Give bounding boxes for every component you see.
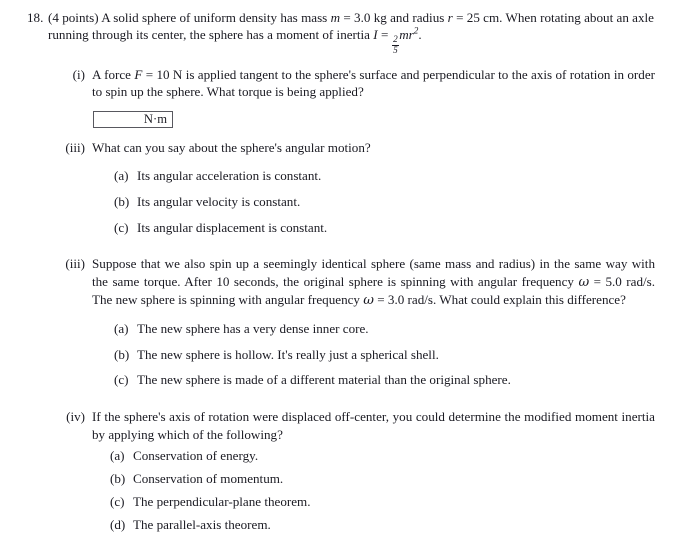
subpart-iii-second-text: Suppose that we also spin up a seemingly… [92,255,655,309]
problem-18: 18. (4 points) A solid sphere of uniform… [27,9,655,55]
problem-stem: (4 points) A solid sphere of uniform den… [48,9,655,55]
choice-label: (c) [114,219,129,235]
problem-eq-1: = 3.0 kg and radius [343,10,445,25]
subpart-iii-first-choices: (a) Its angular acceleration is constant… [92,167,655,236]
subpart-iii-second-body: Suppose that we also spin up a seemingly… [92,255,655,397]
omega-symbol-2: ω [363,293,374,309]
torque-answer-box[interactable]: N·m [93,111,173,129]
choice-text: Its angular displacement is constant. [137,219,328,235]
omega-symbol-1: ω [578,274,590,290]
subpart-iii-second-seg1: Suppose that we also spin up a seemingly… [92,256,655,289]
choice-text: The new sphere has a very dense inner co… [137,320,369,336]
choice-item[interactable]: (d) The parallel-axis theorem. [110,516,655,533]
variable-I: I [373,27,378,43]
moment-of-inertia-formula: I = 2 5 mr2. [373,26,422,54]
choice-item[interactable]: (a) Conservation of energy. [110,447,655,464]
subpart-iii-first: (iii) What can you say about the sphere'… [61,139,655,244]
choice-text: The new sphere is hollow. It's really ju… [137,346,439,362]
fraction-two-fifths: 25 [392,34,399,55]
subpart-iii-first-label: (iii) [65,140,85,156]
subpart-iv-choices: (a) Conservation of energy. (b) Conserva… [92,447,655,533]
answer-row: N·m [92,107,655,129]
fraction-denominator: 5 [393,44,398,55]
choice-item[interactable]: (c) The perpendicular-plane theorem. [110,493,655,510]
subpart-i-body: A force F = 10 N is applied tangent to t… [92,66,655,129]
subparts-list: (i) A force F = 10 N is applied tangent … [27,66,655,539]
formula-mr: mr [399,27,414,43]
choice-label: (c) [110,494,125,510]
choice-text: Conservation of energy. [133,448,259,464]
choice-label: (d) [110,516,126,532]
choice-text: Its angular acceleration is constant. [137,167,322,183]
problem-points: (4 points) [48,10,99,25]
choice-label: (a) [114,167,129,183]
choice-label: (a) [110,448,125,464]
subpart-i-text-pre: A force [92,67,131,83]
choice-text: The new sphere is made of a different ma… [137,372,511,388]
choice-text: The parallel-axis theorem. [133,516,271,532]
subpart-iv: (iv) If the sphere's axis of rotation we… [61,408,655,538]
choice-text: The perpendicular-plane theorem. [133,494,311,510]
variable-m: m [330,10,341,25]
subpart-iii-second-choices: (a) The new sphere has a very dense inne… [92,320,655,389]
choice-item[interactable]: (a) The new sphere has a very dense inne… [114,320,655,337]
choice-item[interactable]: (b) Its angular velocity is constant. [114,193,655,210]
choice-label: (c) [114,372,129,388]
subpart-iv-text: If the sphere's axis of rotation were di… [92,409,655,442]
equals-sign: = [380,27,389,43]
formula-period: . [418,27,422,43]
choice-item[interactable]: (b) Conservation of momentum. [110,470,655,487]
choice-item[interactable]: (c) Its angular displacement is constant… [114,219,655,236]
subpart-iii-second-label: (iii) [65,256,85,272]
choice-label: (b) [110,471,126,487]
subpart-iii-second: (iii) Suppose that we also spin up a see… [61,255,655,397]
subpart-iii-second-seg3: = 3.0 rad/s. What could explain this dif… [377,292,626,308]
subpart-iv-body: If the sphere's axis of rotation were di… [92,408,655,538]
choice-label: (a) [114,320,129,336]
choice-item[interactable]: (c) The new sphere is made of a differen… [114,371,655,388]
subpart-iii-first-body: What can you say about the sphere's angu… [92,139,655,244]
subpart-iv-label: (iv) [66,409,85,425]
choice-text: Its angular velocity is constant. [137,193,301,209]
choice-label: (b) [114,346,130,362]
variable-r: r [447,10,453,25]
choice-label: (b) [114,193,130,209]
variable-F: F [134,67,143,83]
subpart-iii-first-text: What can you say about the sphere's angu… [92,140,371,156]
choice-item[interactable]: (a) Its angular acceleration is constant… [114,167,655,184]
subpart-i-text: A force F = 10 N is applied tangent to t… [92,66,655,101]
subpart-i-text-post: = 10 N is applied tangent to the sphere'… [92,67,655,100]
subpart-i-label: (i) [72,67,85,83]
torque-answer-unit: N·m [143,112,167,127]
problem-number: 18. [27,10,44,25]
problem-stem-text-1: A solid sphere of uniform density has ma… [101,10,328,25]
subpart-i: (i) A force F = 10 N is applied tangent … [61,66,655,129]
choice-text: Conservation of momentum. [133,471,284,487]
exam-question-page: 18. (4 points) A solid sphere of uniform… [0,0,676,532]
choice-item[interactable]: (b) The new sphere is hollow. It's reall… [114,346,655,363]
